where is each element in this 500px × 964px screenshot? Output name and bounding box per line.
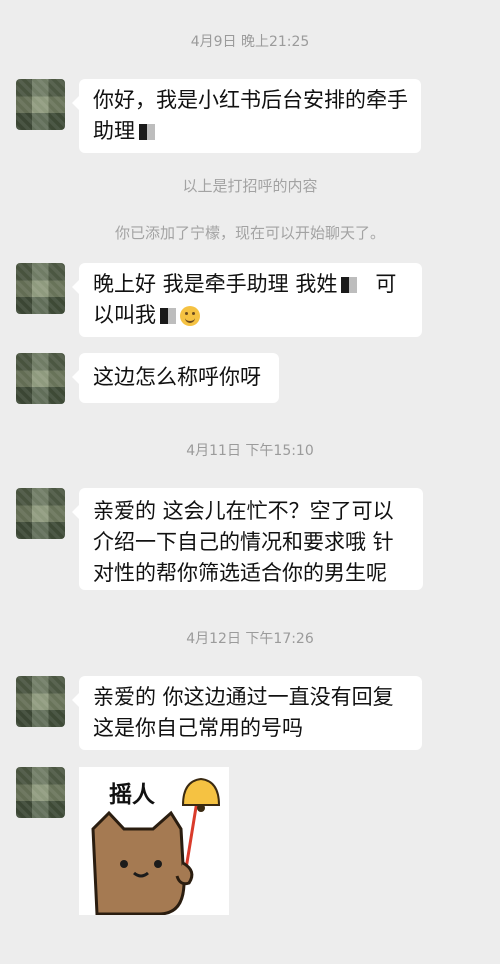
avatar[interactable] — [16, 79, 65, 130]
message-text: 亲爱的 你这边通过一直没有回复 — [93, 685, 394, 709]
mosaic-censor — [139, 124, 155, 140]
mosaic-censor — [160, 308, 176, 324]
avatar[interactable] — [16, 488, 65, 539]
message-text: 这是你自己常用的号吗 — [93, 716, 303, 740]
cat-bell-sticker-icon — [91, 777, 221, 915]
system-message: 你已添加了宁檬，现在可以开始聊天了。 — [114, 224, 385, 242]
avatar[interactable] — [16, 767, 65, 818]
message-text: 晚上好 我是牵手助理 我姓 — [93, 272, 338, 296]
message-text: 你好，我是小红书后台安排的牵手 — [93, 88, 408, 112]
avatar[interactable] — [16, 676, 65, 727]
message-text: 介绍一下自己的情况和要求哦 针 — [93, 530, 394, 554]
smile-emoji-icon — [180, 306, 200, 326]
timestamp: 4月12日 下午17:26 — [186, 631, 314, 647]
message-text: 以叫我 — [93, 303, 156, 327]
mosaic-censor — [341, 277, 358, 293]
timestamp: 4月9日 晚上21:25 — [190, 34, 310, 50]
timestamp: 4月11日 下午15:10 — [186, 443, 314, 459]
message-text: 这边怎么称呼你呀 — [93, 365, 261, 389]
sticker[interactable]: 摇人 — [79, 767, 229, 915]
partial-timestamp — [190, 948, 270, 957]
message-text: 对性的帮你筛选适合你的男生呢 — [93, 561, 387, 585]
message-bubble[interactable]: 亲爱的 这会儿在忙不？空了可以 介绍一下自己的情况和要求哦 针 对性的帮你筛选适… — [72, 488, 423, 590]
avatar[interactable] — [16, 353, 65, 404]
message-bubble[interactable]: 这边怎么称呼你呀 — [72, 353, 279, 403]
message-text: 助理 — [93, 119, 135, 143]
system-message: 以上是打招呼的内容 — [182, 177, 318, 195]
message-bubble[interactable]: 亲爱的 你这边通过一直没有回复 这是你自己常用的号吗 — [72, 676, 422, 750]
avatar[interactable] — [16, 263, 65, 314]
message-bubble[interactable]: 晚上好 我是牵手助理 我姓 可 以叫我 — [72, 263, 422, 337]
message-bubble[interactable]: 你好，我是小红书后台安排的牵手 助理 — [72, 79, 421, 153]
message-text: 可 — [375, 272, 397, 296]
message-text: 亲爱的 这会儿在忙不？空了可以 — [93, 499, 394, 523]
